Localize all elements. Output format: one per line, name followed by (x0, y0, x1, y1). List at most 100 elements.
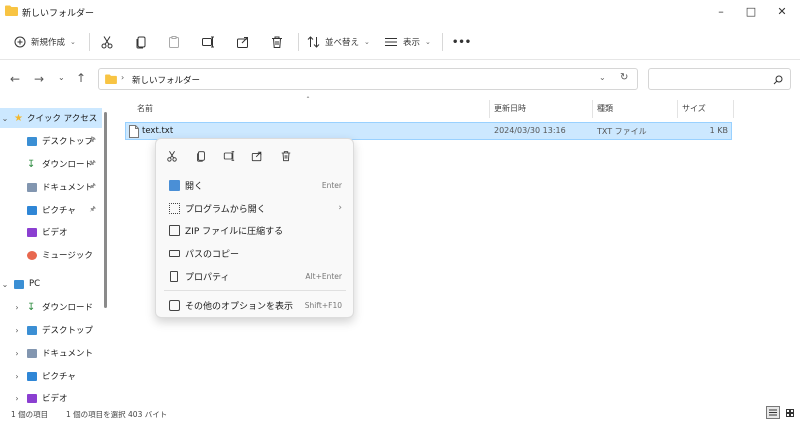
nav-item-label: ダウンロード (42, 303, 94, 313)
menu-item-label: パスのコピー (185, 249, 240, 260)
sort-button[interactable]: 並べ替え ⌄ (307, 33, 370, 51)
pin-icon: 🖈 (89, 204, 96, 213)
menu-item-more-options[interactable]: その他のオプションを表示 Shift+F10 (160, 294, 351, 316)
tiles-view-icon (786, 408, 794, 417)
cut-button[interactable] (100, 33, 114, 51)
delete-button[interactable] (270, 33, 284, 51)
context-menu: 開く Enter プログラムから開く › ZIP ファイルに圧縮する パスのコピ… (155, 138, 354, 318)
nav-pc-pictures[interactable]: › ピクチャ (0, 366, 102, 386)
file-name: text.txt (142, 126, 174, 136)
context-cut-button[interactable] (163, 147, 181, 165)
forward-button[interactable]: → (34, 72, 44, 86)
menu-item-shortcut: Shift+F10 (304, 300, 342, 310)
column-header-size[interactable]: サイズ (682, 103, 706, 114)
column-header-modified[interactable]: 更新日時 (494, 103, 526, 114)
clipboard-icon (169, 36, 179, 48)
search-icon (773, 75, 783, 85)
context-delete-button[interactable] (277, 147, 295, 165)
column-separator[interactable] (733, 100, 734, 118)
column-separator[interactable] (677, 100, 678, 118)
nav-item-label: ミュージック (42, 251, 93, 261)
chevron-down-icon: ⌄ (1, 113, 9, 123)
minimize-button[interactable]: – (706, 0, 736, 22)
chevron-down-icon: ⌄ (425, 38, 431, 46)
file-modified: 2024/03/30 13:16 (494, 126, 566, 135)
separator (89, 33, 90, 51)
music-icon (27, 250, 37, 260)
rename-button[interactable] (201, 33, 215, 51)
menu-item-open[interactable]: 開く Enter (160, 174, 351, 196)
paste-button[interactable] (167, 33, 181, 51)
separator (298, 33, 299, 51)
nav-item-music[interactable]: ミュージック (0, 245, 102, 265)
pin-icon: 🖈 (89, 181, 96, 190)
copy-button[interactable] (134, 33, 148, 51)
plus-circle-icon (14, 36, 26, 48)
nav-item-label: ドキュメント (42, 349, 94, 359)
nav-item-pictures[interactable]: ピクチャ 🖈 (0, 200, 102, 220)
trash-icon (281, 151, 291, 162)
nav-item-downloads[interactable]: ↧ ダウンロード 🖈 (0, 154, 102, 174)
up-button[interactable]: ↑ (76, 71, 86, 85)
nav-scrollbar[interactable] (104, 112, 107, 308)
trash-icon (272, 36, 282, 48)
refresh-icon[interactable]: ↻ (620, 72, 628, 83)
folder-icon (5, 5, 18, 16)
context-share-button[interactable] (248, 147, 266, 165)
more-options-button[interactable]: ••• (452, 33, 471, 51)
address-bar[interactable]: › 新しいフォルダー ⌄ ↻ (98, 68, 638, 90)
menu-item-copy-path[interactable]: パスのコピー (160, 242, 351, 264)
tiles-view-button[interactable] (783, 406, 797, 419)
nav-pc-documents[interactable]: › ドキュメント (0, 343, 102, 363)
nav-item-documents[interactable]: ドキュメント 🖈 (0, 177, 102, 197)
menu-item-label: ZIP ファイルに圧縮する (185, 226, 284, 237)
nav-pc[interactable]: ⌄ PC (0, 274, 102, 294)
status-selection: 1 個の項目を選択 403 バイト (66, 410, 168, 419)
copy-icon (197, 151, 205, 162)
close-button[interactable]: ✕ (767, 0, 797, 22)
path-icon (169, 250, 180, 257)
details-view-icon (769, 409, 777, 416)
column-header-name[interactable]: 名前 (137, 103, 153, 114)
command-bar: 新規作成 ⌄ 並べ替え ⌄ 表示 ⌄ ••• (0, 24, 800, 60)
external-options-icon (169, 299, 180, 311)
nav-pc-desktop[interactable]: › デスクトップ (0, 320, 102, 340)
nav-item-desktop[interactable]: デスクトップ 🖈 (0, 131, 102, 151)
context-rename-button[interactable] (220, 147, 238, 165)
breadcrumb-folder[interactable]: 新しいフォルダー (132, 74, 200, 86)
list-view-icon (385, 38, 397, 46)
nav-pc-downloads[interactable]: › ↧ ダウンロード (0, 297, 102, 317)
chevron-down-icon: ⌄ (70, 38, 76, 46)
menu-separator (164, 290, 346, 291)
search-input[interactable] (648, 68, 791, 90)
context-copy-button[interactable] (192, 147, 210, 165)
pin-icon: 🖈 (89, 158, 96, 167)
column-separator[interactable] (489, 100, 490, 118)
menu-item-label: 開く (185, 181, 204, 192)
document-icon (27, 182, 37, 192)
nav-item-videos[interactable]: ビデオ (0, 222, 102, 242)
details-view-button[interactable] (766, 406, 780, 419)
nav-item-label: デスクトップ (42, 326, 94, 336)
maximize-button[interactable]: □ (736, 0, 766, 22)
menu-item-shortcut: Enter (321, 180, 342, 190)
back-button[interactable]: ← (10, 72, 20, 86)
menu-item-zip[interactable]: ZIP ファイルに圧縮する (160, 219, 351, 241)
column-separator[interactable] (592, 100, 593, 118)
chevron-right-icon: › (338, 203, 342, 213)
recent-locations-icon[interactable]: ⌄ (58, 73, 65, 82)
menu-item-open-with[interactable]: プログラムから開く › (160, 197, 351, 219)
view-button[interactable]: 表示 ⌄ (385, 33, 431, 51)
view-label: 表示 (403, 38, 421, 48)
nav-item-label: ピクチャ (42, 372, 76, 382)
new-label: 新規作成 (31, 38, 66, 48)
share-button[interactable] (236, 33, 250, 51)
address-dropdown-icon[interactable]: ⌄ (599, 73, 606, 82)
new-button[interactable]: 新規作成 ⌄ (14, 33, 76, 51)
menu-item-properties[interactable]: プロパティ Alt+Enter (160, 265, 351, 287)
title-bar: 新しいフォルダー – □ ✕ (0, 0, 800, 24)
download-icon: ↧ (27, 301, 36, 313)
column-header-type[interactable]: 種類 (597, 103, 613, 114)
nav-quick-access[interactable]: ⌄ ★ クイック アクセス (0, 108, 102, 128)
nav-quick-access-label: クイック アクセス (26, 114, 98, 124)
